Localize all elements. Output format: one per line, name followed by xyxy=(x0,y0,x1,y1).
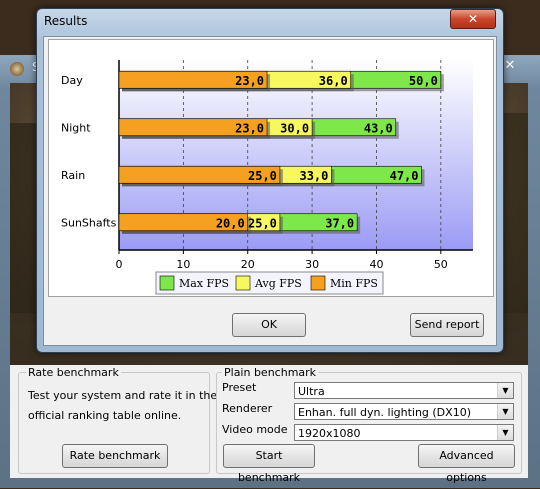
data-label: 47,0 xyxy=(390,169,419,183)
preset-select[interactable]: Ultra ▼ xyxy=(294,382,514,399)
start-benchmark-button[interactable]: Start benchmark xyxy=(223,444,315,484)
data-label: 30,0 xyxy=(280,121,309,135)
ok-button[interactable]: OK xyxy=(232,313,306,337)
legend-swatch xyxy=(310,275,326,291)
chevron-down-icon[interactable]: ▼ xyxy=(497,425,513,440)
rate-benchmark-group-title: Rate benchmark xyxy=(26,366,121,379)
data-label: 23,0 xyxy=(235,74,264,88)
rate-benchmark-button[interactable]: Rate benchmark xyxy=(62,444,168,468)
category-label: SunShafts xyxy=(61,216,117,229)
video-mode-label: Video mode xyxy=(222,423,288,436)
x-tick-label: 0 xyxy=(116,258,123,271)
data-label: 36,0 xyxy=(319,74,348,88)
preset-value: Ultra xyxy=(298,385,325,398)
data-label: 23,0 xyxy=(235,121,264,135)
renderer-value: Enhan. full dyn. lighting (DX10) xyxy=(298,406,471,419)
legend-label: Max FPS xyxy=(179,277,229,290)
dialog-close-button[interactable]: ✕ xyxy=(450,9,496,29)
legend-label: Min FPS xyxy=(330,277,378,290)
results-dialog-title: Results xyxy=(44,14,88,28)
x-tick-label: 50 xyxy=(434,258,448,271)
legend-swatch xyxy=(235,275,251,291)
data-label: 37,0 xyxy=(325,216,354,230)
chevron-down-icon[interactable]: ▼ xyxy=(497,383,513,398)
category-label: Day xyxy=(61,74,83,87)
fps-chart: 0 10 20 30 40 50 Day 50,0 36,0 23,0 Night 43,0 30,0 2… xyxy=(48,39,494,297)
video-mode-value: 1920x1080 xyxy=(298,427,361,440)
fps-chart-svg: 0 10 20 30 40 50 Day 50,0 36,0 23,0 Night 43,0 30,0 2… xyxy=(61,60,473,295)
legend-swatch xyxy=(159,275,175,291)
send-report-button[interactable]: Send report xyxy=(410,313,484,337)
data-label: 25,0 xyxy=(248,169,277,183)
data-label: 33,0 xyxy=(299,169,328,183)
category-label: Rain xyxy=(61,169,85,182)
video-mode-select[interactable]: 1920x1080 ▼ xyxy=(294,424,514,441)
chevron-down-icon[interactable]: ▼ xyxy=(497,404,513,419)
rate-description-line1: Test your system and rate it in the xyxy=(28,389,218,402)
x-tick-label: 30 xyxy=(305,258,319,271)
x-tick-label: 40 xyxy=(369,258,383,271)
data-label: 25,0 xyxy=(248,216,277,230)
preset-label: Preset xyxy=(222,381,257,394)
data-label: 20,0 xyxy=(216,216,245,230)
advanced-options-button[interactable]: Advanced options xyxy=(418,444,515,484)
x-tick-label: 10 xyxy=(176,258,190,271)
data-label: 43,0 xyxy=(364,121,393,135)
rate-description-line2: official ranking table online. xyxy=(28,409,182,422)
app-icon xyxy=(10,62,24,76)
legend-label: Avg FPS xyxy=(254,277,302,290)
plain-benchmark-group-title: Plain benchmark xyxy=(222,366,319,379)
category-label: Night xyxy=(61,121,91,134)
x-tick-label: 20 xyxy=(241,258,255,271)
renderer-select[interactable]: Enhan. full dyn. lighting (DX10) ▼ xyxy=(294,403,514,420)
data-label: 50,0 xyxy=(409,74,438,88)
renderer-label: Renderer xyxy=(222,402,273,415)
